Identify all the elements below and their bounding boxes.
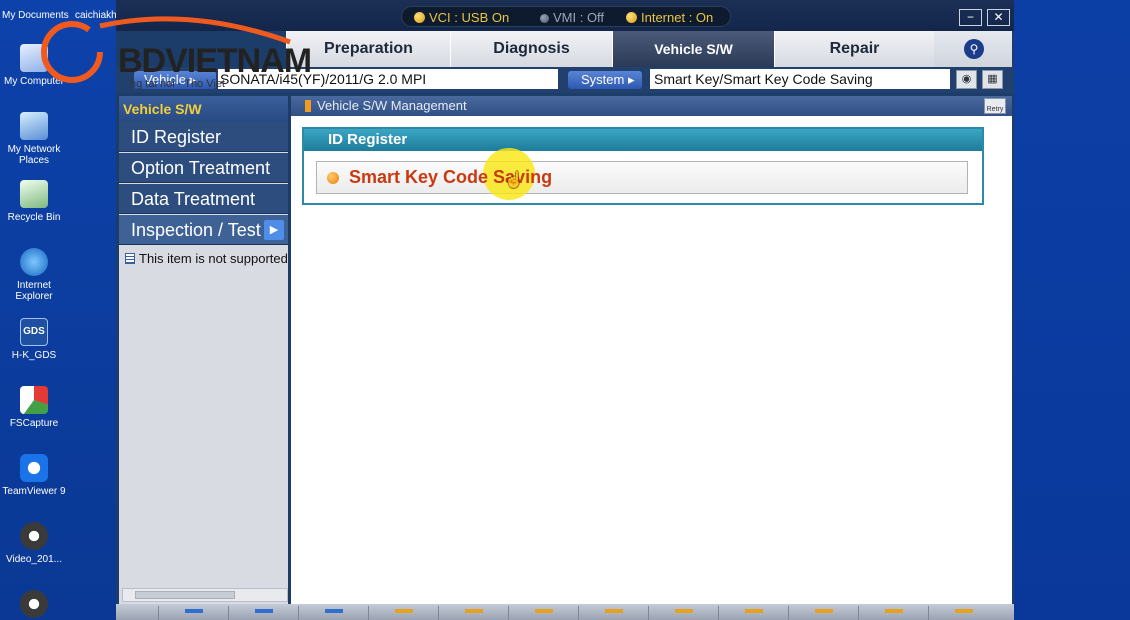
desktop-icon-gds[interactable]: GDS H-K_GDS xyxy=(0,318,68,361)
fscapture-icon xyxy=(20,386,48,414)
tab-diagnosis[interactable]: Diagnosis xyxy=(450,31,612,67)
gds-icon: GDS xyxy=(20,318,48,346)
desktop-icon-video[interactable]: Video_201... xyxy=(0,522,68,565)
watermark-subtext: ng tai noi - Tho Viet xyxy=(130,78,225,90)
desktop-icon-label: FSCapture xyxy=(9,418,59,429)
watermark-logo: BDVIETNAM ng tai noi - Tho Viet xyxy=(40,12,312,92)
list-icon xyxy=(125,253,135,264)
gds-app-window: VCI : USB On VMI : Off Internet : On − ✕… xyxy=(116,0,1014,620)
unsupported-note: This item is not supported xyxy=(125,251,288,266)
ie-icon xyxy=(20,248,48,276)
desktop-icon-label: Video_201... xyxy=(6,554,62,565)
vci-status: VCI : USB On xyxy=(414,10,509,25)
bottom-slot[interactable] xyxy=(578,606,646,620)
id-register-panel: ID Register Smart Key Code Saving xyxy=(302,127,984,205)
network-icon xyxy=(20,112,48,140)
panel-title: ID Register xyxy=(304,129,982,151)
sidebar-item-data-treatment[interactable]: Data Treatment xyxy=(119,184,288,214)
desktop-left: My Documents caichiakh My Computer My Ne… xyxy=(0,0,117,620)
vmi-status: VMI : Off xyxy=(540,10,604,25)
smart-key-code-saving-item[interactable]: Smart Key Code Saving xyxy=(316,148,968,200)
vmi-status-icon xyxy=(540,14,549,23)
bottom-slot[interactable] xyxy=(718,606,786,620)
retry-button[interactable]: Retry xyxy=(984,98,1006,114)
bottom-slot[interactable] xyxy=(438,606,506,620)
bottom-slot[interactable] xyxy=(508,606,576,620)
bottom-slot[interactable] xyxy=(648,606,716,620)
sidebar-item-id-register[interactable]: ID Register xyxy=(119,122,288,152)
system-field: Smart Key/Smart Key Code Saving xyxy=(650,69,950,89)
recycle-bin-icon xyxy=(20,180,48,208)
bottom-slot[interactable] xyxy=(158,606,226,620)
camera-button[interactable]: ◉ xyxy=(956,70,977,89)
bottom-slot[interactable] xyxy=(228,606,296,620)
video-icon xyxy=(20,590,48,618)
main-content: Vehicle S/W Management Retry ID Register… xyxy=(291,96,1012,604)
sidebar-title: Vehicle S/W Management xyxy=(119,96,288,143)
search-icon: ⚲ xyxy=(964,39,984,59)
sidebar-item-label: Inspection / Test xyxy=(131,220,261,240)
watermark-text: BDVIETNAM xyxy=(118,42,312,80)
desktop-icon-internet-explorer[interactable]: Internet Explorer xyxy=(0,248,68,302)
bottom-slot[interactable] xyxy=(788,606,856,620)
internet-status-icon xyxy=(626,12,637,23)
sidebar-item-option-treatment[interactable]: Option Treatment xyxy=(119,153,288,183)
desktop-icon-teamviewer[interactable]: TeamViewer 9 xyxy=(0,454,68,497)
sidebar-scrollbar[interactable] xyxy=(122,588,288,602)
bullet-arrow-icon xyxy=(327,172,339,184)
camera-icon: ◉ xyxy=(961,73,972,85)
bookmark-icon xyxy=(305,100,311,112)
bottom-slot[interactable] xyxy=(368,606,436,620)
status-indicators: VCI : USB On VMI : Off Internet : On xyxy=(401,6,731,27)
settings-button[interactable]: ▦ xyxy=(982,70,1003,89)
system-button[interactable]: System ▸ xyxy=(568,71,642,89)
desktop-icon-network[interactable]: My Network Places xyxy=(0,112,68,166)
tab-repair[interactable]: Repair xyxy=(774,31,934,67)
desktop-icon-label: TeamViewer 9 xyxy=(2,486,66,497)
minimize-button[interactable]: − xyxy=(959,9,982,26)
close-button[interactable]: ✕ xyxy=(987,9,1010,26)
sidebar-item-inspection-test[interactable]: Inspection / Test ▶ xyxy=(119,215,288,245)
desktop-icon-recycle-bin[interactable]: Recycle Bin xyxy=(0,180,68,223)
bottom-slot[interactable] xyxy=(928,606,988,620)
scrollbar-thumb[interactable] xyxy=(135,591,235,599)
internet-status: Internet : On xyxy=(626,10,713,25)
bottom-toolbar xyxy=(116,604,1014,620)
desktop-icon-label: Internet Explorer xyxy=(15,280,53,302)
bottom-slot[interactable] xyxy=(858,606,926,620)
desktop-icon-video-2[interactable] xyxy=(0,590,68,620)
search-button[interactable]: ⚲ xyxy=(934,31,1012,67)
tab-vehicle-sw-management[interactable]: Vehicle S/W Management xyxy=(612,31,774,93)
grid-icon: ▦ xyxy=(987,73,998,85)
desktop-icon-label: H-K_GDS xyxy=(11,350,57,361)
desktop-right xyxy=(1013,0,1130,620)
video-icon xyxy=(20,522,48,550)
desktop-icon-label: My Network Places xyxy=(7,144,61,166)
chevron-right-icon: ▶ xyxy=(264,220,284,240)
hand-cursor-icon: ☝ xyxy=(504,172,524,189)
sidebar: Vehicle S/W Management ID Register Optio… xyxy=(119,96,288,604)
teamviewer-icon xyxy=(20,454,48,482)
content-header: Vehicle S/W Management Retry xyxy=(291,96,1012,116)
bottom-slot[interactable] xyxy=(298,606,366,620)
desktop-icon-label: Recycle Bin xyxy=(7,212,61,223)
vci-status-icon xyxy=(414,12,425,23)
desktop-icon-fscapture[interactable]: FSCapture xyxy=(0,386,68,429)
